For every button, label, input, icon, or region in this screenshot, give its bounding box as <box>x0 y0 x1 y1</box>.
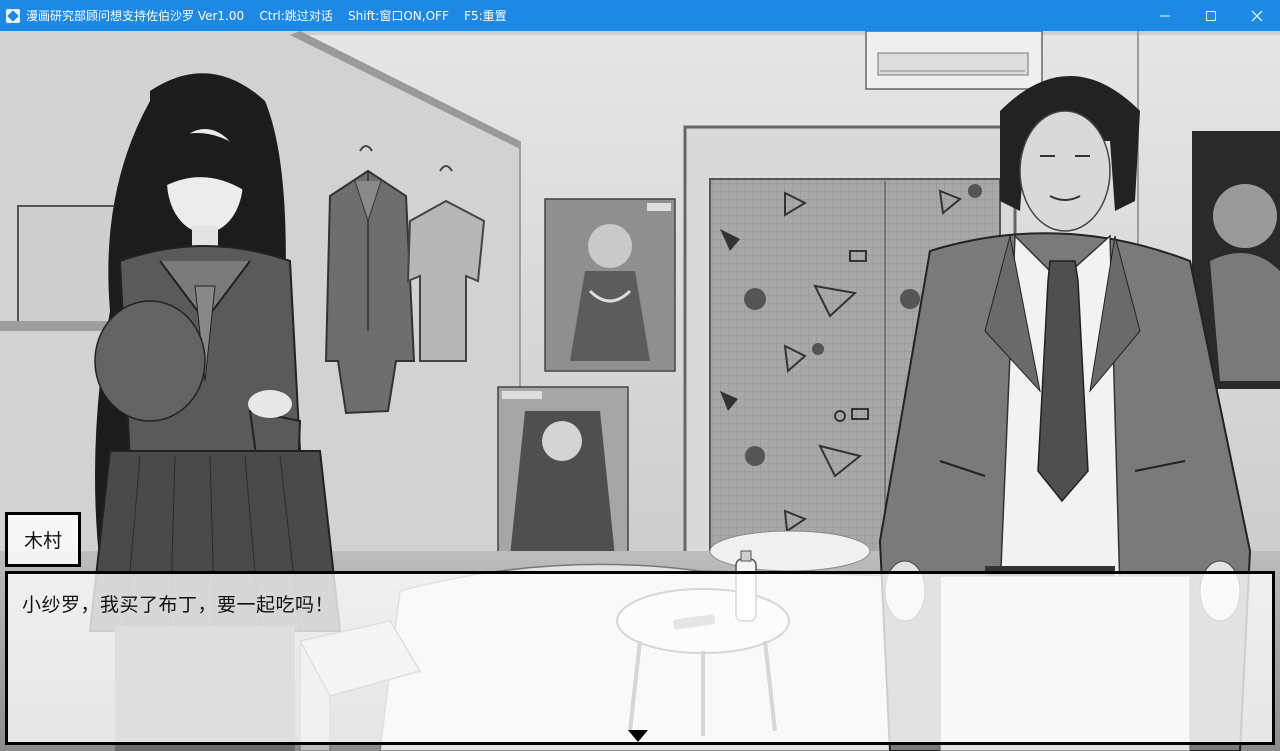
dialogue-text: 小纱罗，我买了布丁，要一起吃吗！ <box>22 594 335 616</box>
minimize-icon <box>1160 15 1170 16</box>
minimize-button[interactable] <box>1142 0 1188 31</box>
speaker-name-box: 木村 <box>5 512 81 567</box>
close-button[interactable] <box>1234 0 1280 31</box>
maximize-icon <box>1206 10 1216 21</box>
window-controls <box>1142 0 1280 31</box>
title-bar[interactable]: 漫画研究部顾问想支持佐伯沙罗 Ver1.00 Ctrl:跳过对话 Shift:窗… <box>0 0 1280 31</box>
poster-warrior-girl <box>544 198 676 372</box>
dialogue-box[interactable]: 小纱罗，我买了布丁，要一起吃吗！ <box>5 571 1275 745</box>
poster-nun-girl <box>497 386 629 560</box>
window-title: 漫画研究部顾问想支持佐伯沙罗 Ver1.00 Ctrl:跳过对话 Shift:窗… <box>26 9 507 23</box>
air-conditioner <box>865 31 1043 90</box>
maximize-button[interactable] <box>1188 0 1234 31</box>
speaker-name: 木村 <box>23 530 62 552</box>
triangle-down-icon[interactable] <box>628 730 648 742</box>
app-icon <box>6 8 20 23</box>
game-window: 漫画研究部顾问想支持佐伯沙罗 Ver1.00 Ctrl:跳过对话 Shift:窗… <box>0 0 1280 751</box>
close-icon <box>1251 10 1263 21</box>
